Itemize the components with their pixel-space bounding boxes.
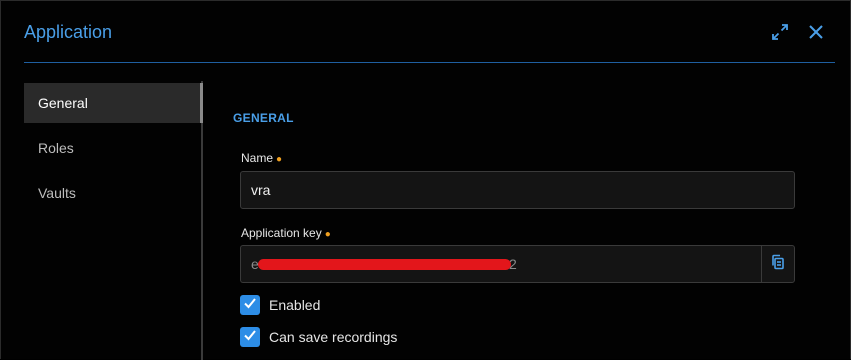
name-field[interactable]: vra (240, 171, 795, 209)
sidebar-item-label: Roles (38, 140, 74, 156)
enabled-checkbox[interactable] (240, 295, 260, 315)
required-marker: ● (324, 229, 331, 240)
checkmark-icon (243, 328, 257, 347)
sidebar-item-vaults[interactable]: Vaults (24, 173, 201, 213)
section-title: GENERAL (233, 111, 294, 125)
sidebar-item-label: General (38, 95, 88, 111)
close-icon (808, 24, 824, 45)
name-value: vra (251, 182, 271, 198)
enabled-label: Enabled (269, 297, 321, 313)
sidebar-item-label: Vaults (38, 185, 76, 201)
can-save-recordings-row: Can save recordings (240, 326, 397, 348)
can-save-recordings-label: Can save recordings (269, 329, 398, 345)
close-button[interactable] (805, 23, 827, 45)
application-key-label-text: Application key (241, 226, 322, 240)
copy-icon (770, 254, 786, 275)
can-save-recordings-checkbox[interactable] (240, 327, 260, 347)
required-marker: ● (276, 154, 283, 165)
enabled-row: Enabled (240, 294, 320, 316)
name-label: Name ● (241, 151, 282, 165)
expand-icon (771, 23, 789, 46)
header-divider (24, 62, 835, 63)
checkmark-icon (243, 296, 257, 315)
sidebar-item-roles[interactable]: Roles (24, 128, 201, 168)
application-key-label: Application key ● (241, 226, 331, 240)
redaction-mark (258, 259, 511, 270)
application-dialog: Application General Roles Vaults GENERAL… (0, 0, 851, 360)
dialog-title: Application (24, 22, 113, 42)
copy-key-button[interactable] (761, 245, 795, 283)
sidebar: General Roles Vaults (24, 81, 203, 360)
sidebar-item-general[interactable]: General (24, 83, 203, 123)
name-label-text: Name (241, 151, 274, 165)
expand-button[interactable] (769, 23, 791, 45)
